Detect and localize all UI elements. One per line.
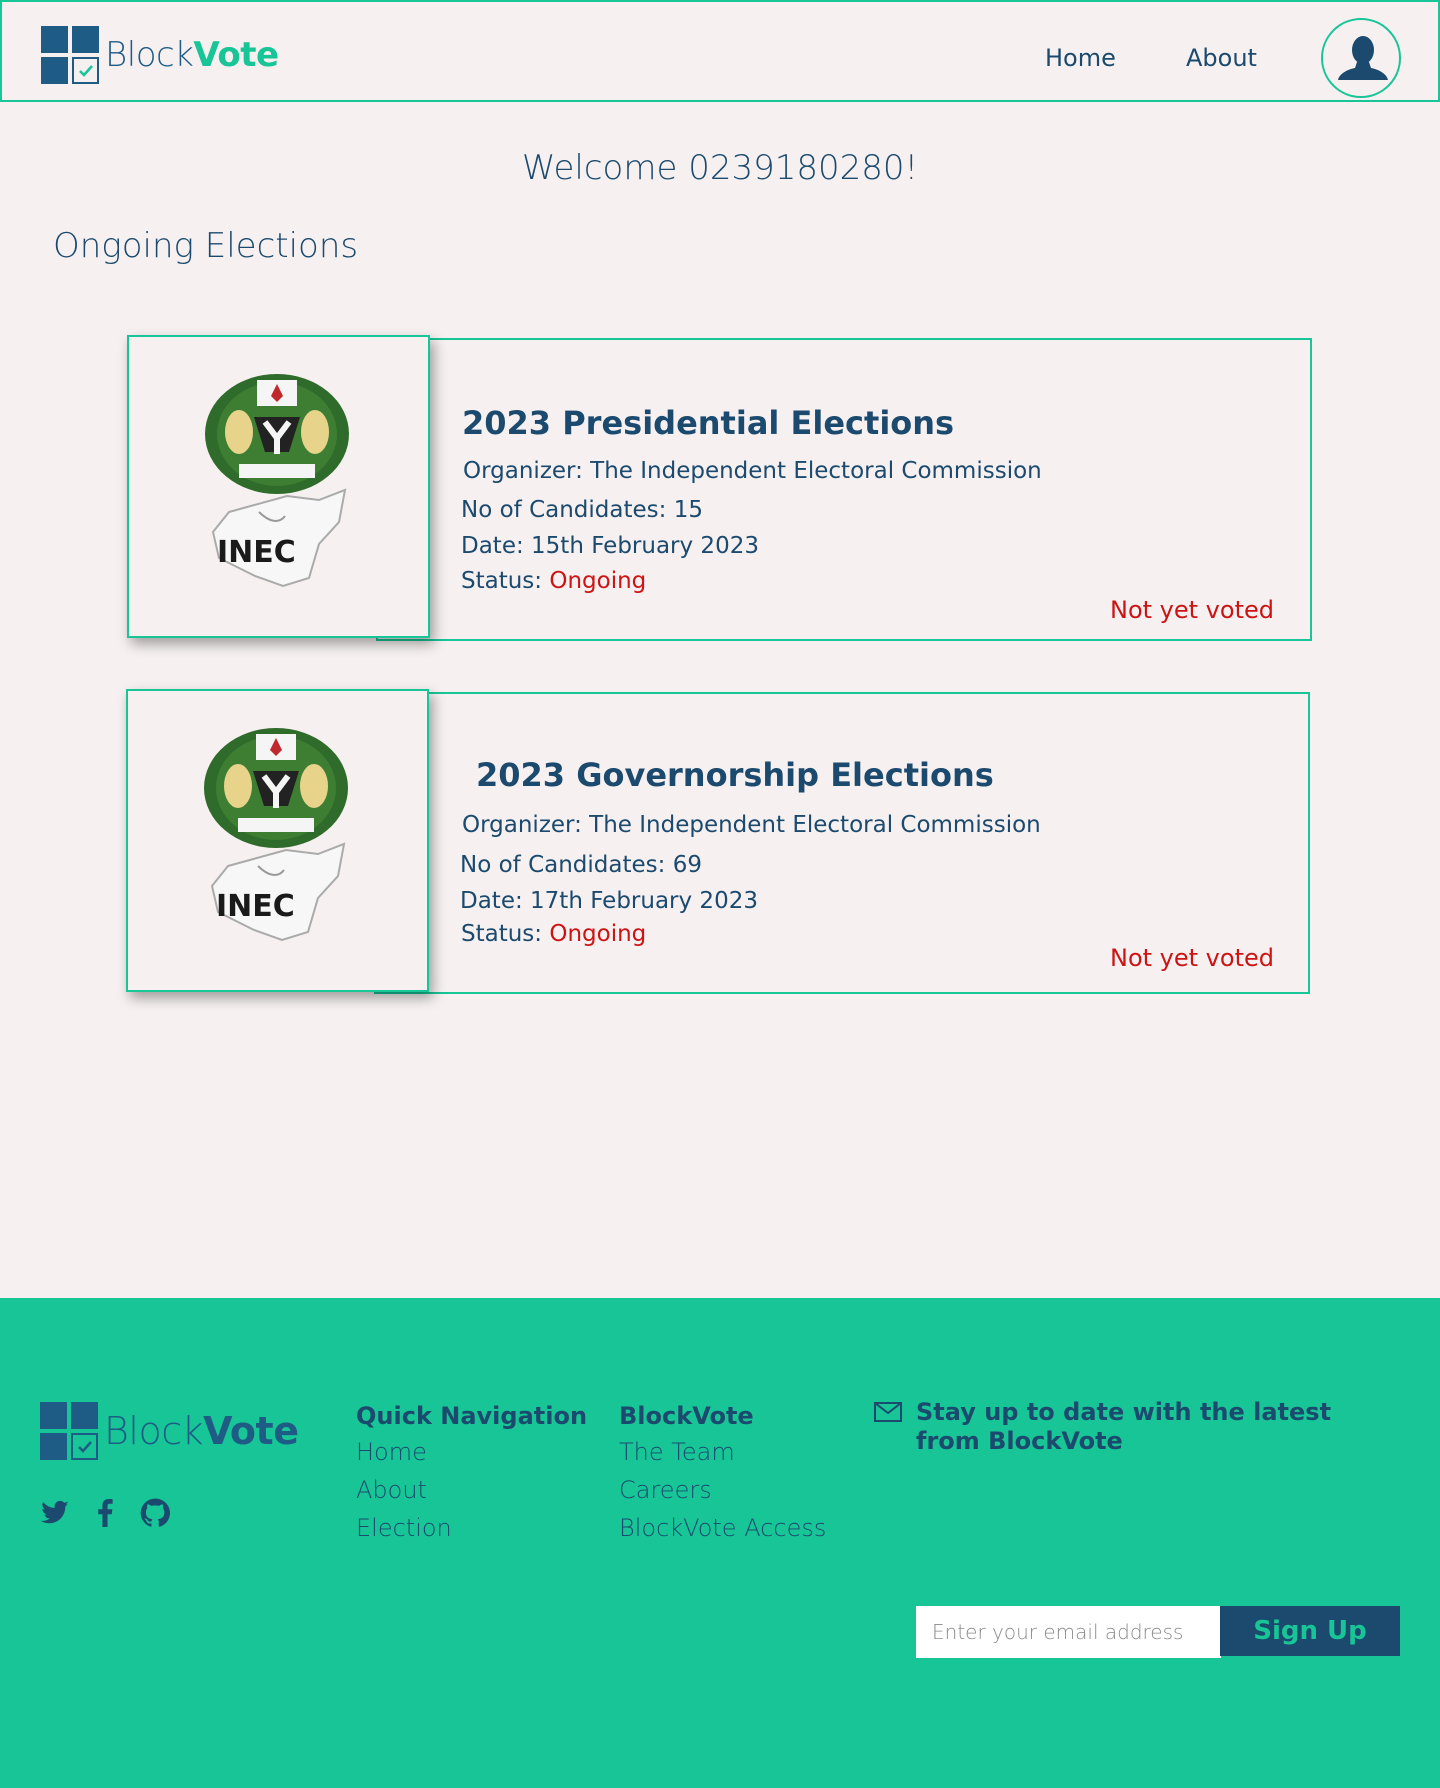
election-date: Date: 17th February 2023 (460, 888, 758, 914)
mail-icon (874, 1402, 902, 1422)
vote-state: Not yet voted (1110, 944, 1274, 972)
election-logo-inec: INEC (126, 689, 429, 992)
status-label: Status: (461, 921, 550, 947)
nav-about-link[interactable]: About (1186, 44, 1257, 72)
election-organizer: Organizer: The Independent Electoral Com… (462, 812, 1041, 838)
election-status: Status: Ongoing (461, 921, 646, 947)
election-organizer: Organizer: The Independent Electoral Com… (463, 458, 1042, 484)
status-label: Status: (461, 568, 550, 594)
inec-logo-icon: INEC (203, 727, 348, 941)
twitter-icon[interactable] (40, 1498, 70, 1528)
footer-link-home[interactable]: Home (356, 1438, 587, 1476)
email-input[interactable] (916, 1606, 1221, 1658)
logo-mark-icon (41, 26, 99, 84)
footer-link-team[interactable]: The Team (619, 1438, 826, 1476)
election-status: Status: Ongoing (461, 568, 646, 594)
election-logo-inec: INEC (127, 335, 430, 638)
logo-mark-icon (40, 1402, 98, 1460)
svg-text:INEC: INEC (217, 535, 296, 570)
election-title[interactable]: 2023 Governorship Elections (476, 756, 994, 794)
inec-logo-icon: INEC (204, 373, 349, 587)
footer-link-election[interactable]: Election (356, 1514, 587, 1552)
welcome-message: Welcome 0239180280! (521, 148, 919, 188)
election-title[interactable]: 2023 Presidential Elections (462, 404, 954, 442)
status-value: Ongoing (549, 568, 647, 594)
svg-text:INEC: INEC (216, 889, 295, 924)
footer-link-about[interactable]: About (356, 1476, 587, 1514)
facebook-icon[interactable] (90, 1498, 120, 1528)
section-title: Ongoing Elections (53, 226, 359, 266)
footer-brand-logo[interactable]: BlockVote (40, 1402, 299, 1460)
nav-home-link[interactable]: Home (1045, 44, 1116, 72)
social-links (40, 1498, 170, 1528)
footer-company: BlockVote The Team Careers BlockVote Acc… (619, 1402, 826, 1552)
footer-quick-nav: Quick Navigation Home About Election (356, 1402, 587, 1552)
footer-link-access[interactable]: BlockVote Access (619, 1514, 826, 1552)
user-avatar-button[interactable] (1321, 18, 1401, 98)
election-candidates: No of Candidates: 69 (460, 852, 702, 878)
user-icon (1338, 36, 1388, 80)
footer-company-heading: BlockVote (619, 1402, 754, 1430)
election-date: Date: 15th February 2023 (461, 533, 759, 559)
footer-link-careers[interactable]: Careers (619, 1476, 826, 1514)
github-icon[interactable] (140, 1498, 170, 1528)
site-header: BlockVote Home About (0, 0, 1440, 102)
vote-state: Not yet voted (1110, 596, 1274, 624)
sign-up-button[interactable]: Sign Up (1220, 1606, 1400, 1656)
site-footer: BlockVote Quick Navigation Home About El… (0, 1298, 1440, 1788)
brand-name: BlockVote (105, 35, 279, 75)
newsletter-text: Stay up to date with the latest from Blo… (916, 1398, 1332, 1455)
election-candidates: No of Candidates: 15 (461, 497, 703, 523)
status-value: Ongoing (549, 921, 647, 947)
footer-brand-name: BlockVote (104, 1409, 299, 1453)
brand-logo[interactable]: BlockVote (41, 26, 279, 84)
footer-quick-nav-heading: Quick Navigation (356, 1402, 588, 1430)
